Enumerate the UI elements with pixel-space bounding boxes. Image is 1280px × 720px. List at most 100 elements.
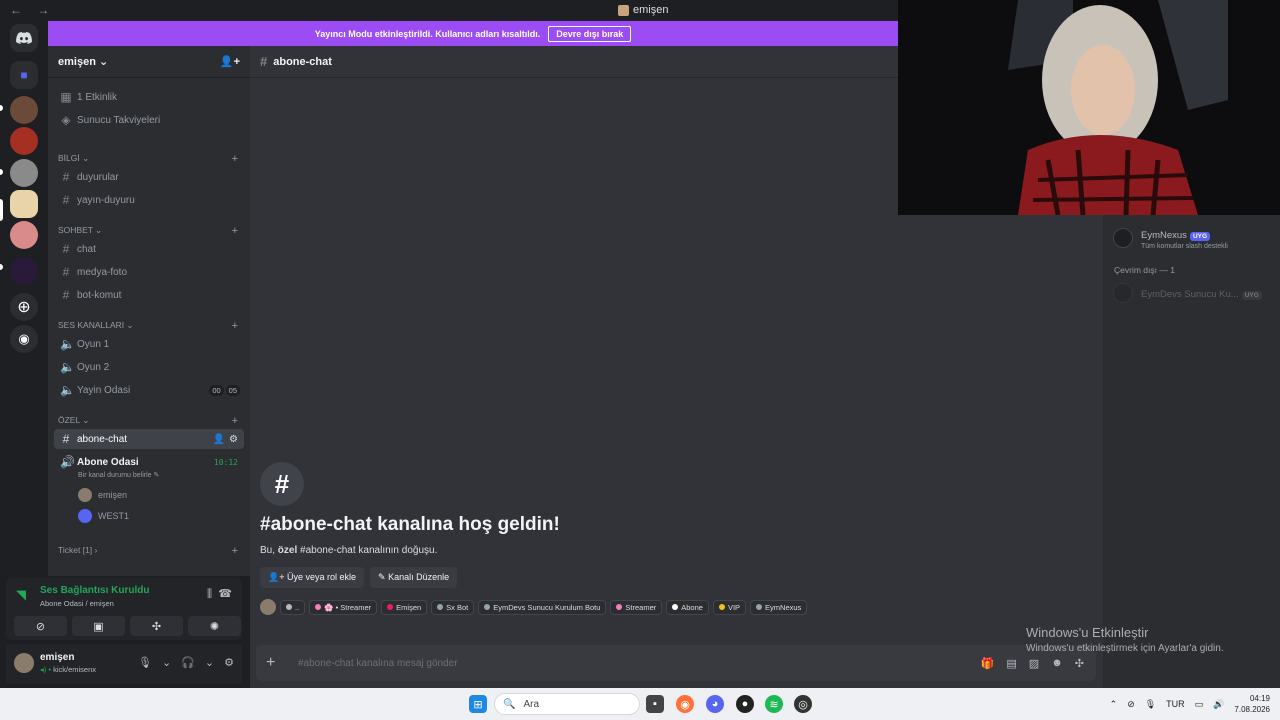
voice-status-subtitle[interactable]: Abone Odasi / emişen (40, 599, 114, 608)
chevron-up-icon[interactable]: ⌃ (1110, 699, 1118, 710)
apps-icon[interactable]: ✣ (1075, 657, 1084, 670)
server-avatar-3[interactable] (10, 159, 38, 187)
language-indicator[interactable]: TUR (1166, 699, 1185, 709)
message-composer[interactable]: + #abone-chat kanalına mesaj gönder 🎁 ▤ … (256, 645, 1096, 681)
server-avatar-5[interactable] (10, 221, 38, 249)
channel-yayin-duyuru[interactable]: # yayın-duyuru (54, 190, 244, 210)
gift-icon[interactable]: 🎁 (981, 657, 995, 670)
headphones-icon[interactable]: 🎧 (181, 656, 195, 669)
server-avatar-emisen[interactable] (10, 190, 38, 218)
app-icon[interactable]: ◎ (794, 695, 812, 713)
gear-icon[interactable]: ⚙ (229, 434, 238, 445)
volume-icon[interactable]: 🔊 (1213, 699, 1224, 710)
invite-member-icon[interactable]: 👤 (213, 434, 225, 445)
category-sohbet[interactable]: SOHBET ⌄ + (58, 225, 238, 237)
channel-bot-komut[interactable]: # bot-komut (54, 285, 244, 305)
member-eymnexus[interactable]: EymNexus UYG Tüm komutlar slash destekli (1113, 225, 1228, 250)
chevron-down-icon[interactable]: ⌄ (205, 656, 214, 669)
voice-timer: 10:12 (213, 457, 238, 467)
add-channel-icon[interactable]: + (232, 153, 238, 165)
nav-arrows[interactable]: ← → (10, 3, 55, 17)
boosts-item[interactable]: ◈ Sunucu Takviyeleri (54, 110, 244, 130)
category-ses-kanallari[interactable]: SES KANALLARI ⌄ + (58, 320, 238, 332)
display-icon[interactable]: ▭ (1195, 699, 1204, 710)
voice-yayin-odasi[interactable]: 🔈 Yayin Odasi 00 05 (54, 380, 244, 400)
role-chip[interactable]: Sx Bot (431, 599, 475, 615)
channel-medya-foto[interactable]: # medya-foto (54, 262, 244, 282)
add-server-icon[interactable]: ⊕ (10, 293, 38, 321)
message-input[interactable]: #abone-chat kanalına mesaj gönder (298, 658, 458, 669)
add-channel-icon[interactable]: + (232, 320, 238, 332)
channel-abone-chat[interactable]: # abone-chat 👤 ⚙ (54, 429, 244, 449)
voice-abone-odasi[interactable]: 🔊 Abone Odasi 10:12 (54, 452, 244, 472)
role-chip[interactable]: .. (280, 599, 306, 615)
server-avatar-6[interactable] (10, 257, 38, 285)
channel-status-setter[interactable]: Bir kanal durumu belirle ✎ (78, 471, 159, 479)
microphone-icon[interactable]: 🎙 (138, 656, 152, 669)
server-avatar-2[interactable] (10, 127, 38, 155)
add-channel-icon[interactable]: + (232, 545, 238, 557)
role-chip[interactable]: Emişen (381, 599, 428, 615)
role-chip[interactable]: VIP (712, 599, 747, 615)
voice-status-title[interactable]: Ses Bağlantısı Kuruldu (40, 585, 149, 596)
add-member-role-button[interactable]: 👤+ Üye veya rol ekle (260, 567, 365, 588)
role-chip[interactable]: EymDevs Sunucu Kurulum Botu (478, 599, 607, 615)
invite-icon[interactable]: 👤+ (220, 55, 240, 68)
discover-icon[interactable]: ◉ (10, 325, 38, 353)
emoji-icon[interactable]: ☻ (1051, 657, 1063, 670)
network-off-icon[interactable]: ⊘ (1127, 699, 1135, 710)
windows-start-icon[interactable]: ⊞ (469, 695, 487, 713)
username[interactable]: emişen (40, 652, 74, 663)
taskbar-search[interactable]: 🔍 Ara (494, 693, 640, 715)
role-chip[interactable]: 🌸 • Streamer (309, 599, 378, 615)
spotify-icon[interactable]: ≋ (765, 695, 783, 713)
folder-icon[interactable]: ■ (10, 61, 38, 89)
add-channel-icon[interactable]: + (232, 415, 238, 427)
server-avatar-1[interactable] (10, 96, 38, 124)
server-header[interactable]: emişen ⌄ 👤+ (48, 46, 250, 78)
role-chip[interactable]: EymNexus (750, 599, 808, 615)
category-bilgi[interactable]: BİLGİ ⌄ + (58, 153, 238, 165)
disconnect-icon[interactable]: ☎ (218, 587, 232, 600)
task-view-icon[interactable]: ▪ (646, 695, 664, 713)
obs-icon[interactable]: ● (736, 695, 754, 713)
gear-icon[interactable]: ⚙ (224, 656, 234, 669)
firefox-icon[interactable]: ◉ (676, 695, 694, 713)
discord-home-icon[interactable] (10, 24, 38, 52)
role-chip[interactable]: Streamer (610, 599, 663, 615)
voice-user-emisen[interactable]: emişen (78, 488, 127, 502)
user-status: ◂) • kick/emisenx (40, 665, 97, 674)
screen-share-button[interactable]: ▣ (72, 616, 125, 636)
voice-oyun-2[interactable]: 🔈 Oyun 2 (54, 357, 244, 377)
voice-oyun-1[interactable]: 🔈 Oyun 1 (54, 334, 244, 354)
edit-channel-button[interactable]: ✎ Kanalı Düzenle (370, 567, 458, 588)
category-ticket[interactable]: Ticket [1] › + (58, 545, 238, 557)
camera-off-button[interactable]: ⊘ (14, 616, 67, 636)
attach-plus-icon[interactable]: + (266, 654, 288, 672)
welcome-title: #abone-chat kanalına hoş geldin! (260, 514, 560, 535)
member-eymdevs[interactable]: EymDevs Sunucu Ku... UYG (1113, 283, 1262, 303)
microphone-icon[interactable]: 🎙 (1145, 699, 1156, 710)
avatar (78, 488, 92, 502)
voice-user-west1[interactable]: WEST1 (78, 509, 129, 523)
speaker-icon: 🔈 (60, 383, 75, 397)
channel-title: abone-chat (273, 55, 332, 68)
noise-suppression-icon[interactable]: ⫼ (207, 588, 212, 601)
add-channel-icon[interactable]: + (232, 225, 238, 237)
gif-icon[interactable]: ▤ (1006, 657, 1016, 670)
disable-streamer-button[interactable]: Devre dışı bırak (548, 25, 632, 42)
discord-taskbar-icon[interactable]: ◕ (706, 695, 724, 713)
sticker-icon[interactable]: ▨ (1029, 657, 1039, 670)
activities-button[interactable]: ✣ (130, 616, 183, 636)
channel-chat[interactable]: # chat (54, 239, 244, 259)
soundboard-button[interactable]: ✺ (188, 616, 241, 636)
channel-duyurular[interactable]: # duyurular (54, 167, 244, 187)
events-item[interactable]: ▦ 1 Etkinlik (54, 87, 244, 107)
channel-sidebar: emişen ⌄ 👤+ ▦ 1 Etkinlik ◈ Sunucu Takviyel… (48, 46, 250, 576)
role-chip[interactable]: Abone (666, 599, 709, 615)
clock[interactable]: 04:19 7.08.2026 (1234, 693, 1270, 715)
avatar[interactable] (14, 653, 34, 673)
category-ozel[interactable]: ÖZEL ⌄ + (58, 415, 238, 427)
chevron-down-icon[interactable]: ⌄ (162, 656, 171, 669)
server-indicator (0, 264, 3, 270)
